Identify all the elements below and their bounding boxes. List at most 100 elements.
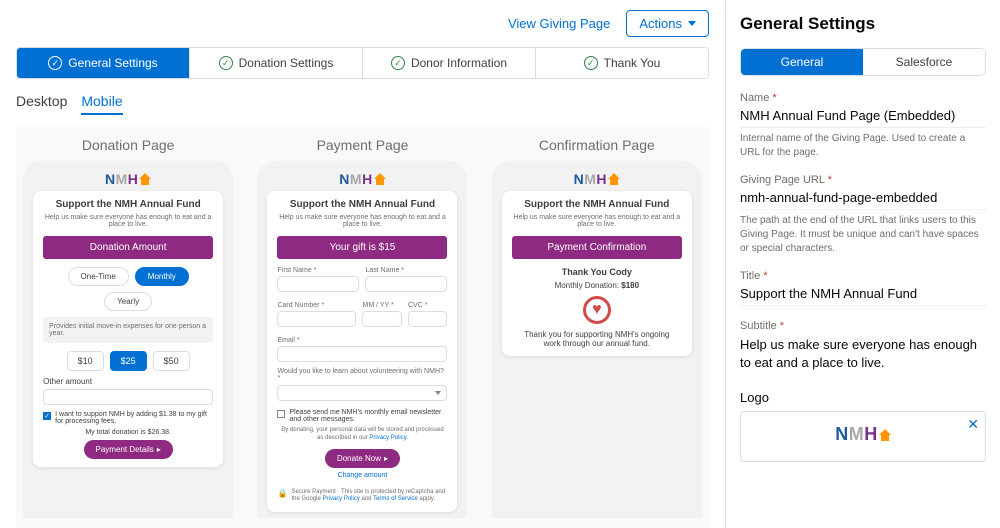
view-giving-page-link[interactable]: View Giving Page	[508, 16, 610, 31]
other-amount-label: Other amount	[43, 377, 213, 386]
name-help: Internal name of the Giving Page. Used t…	[740, 132, 986, 160]
device-tabs: Desktop Mobile	[16, 89, 709, 119]
donate-now-button[interactable]: Donate Now ▸	[325, 449, 400, 468]
subtitle-value: Help us make sure everyone has enough to…	[740, 332, 986, 376]
arrow-right-icon: ▸	[157, 445, 161, 454]
phone-mock-donation: NMH Support the NMH Annual Fund Help us …	[23, 161, 233, 518]
field-logo: Logo ✕ NMH	[740, 390, 986, 462]
gift-amount-header: Your gift is $15	[277, 236, 447, 259]
settings-sub-tabs: General Salesforce	[740, 48, 986, 76]
subtab-general[interactable]: General	[741, 49, 863, 75]
donation-summary: Monthly Donation: $180	[512, 281, 682, 290]
payment-details-button[interactable]: Payment Details ▸	[84, 440, 173, 459]
confirmation-card: Support the NMH Annual Fund Help us make…	[502, 191, 692, 356]
google-privacy-link[interactable]: Privacy Policy	[322, 496, 359, 502]
secure-footer: 🔒 Secure Payment · This site is protecte…	[277, 489, 447, 505]
amount-25[interactable]: $25	[110, 351, 147, 371]
preview-title: Confirmation Page	[539, 137, 655, 153]
thank-you-message: Thank you for supporting NMH's ongoing w…	[512, 330, 682, 348]
card-subhead: Help us make sure everyone has enough to…	[43, 214, 213, 228]
url-value: nmh-annual-fund-page-embedded	[740, 186, 986, 210]
confirmation-header: Payment Confirmation	[512, 236, 682, 259]
amount-10[interactable]: $10	[67, 351, 104, 371]
thank-you-name: Thank You Cody	[512, 267, 682, 277]
arrow-right-icon: ▸	[384, 454, 388, 463]
tab-donor-information[interactable]: ✓ Donor Information	[363, 48, 536, 78]
card-headline: Support the NMH Annual Fund	[512, 199, 682, 210]
newsletter-checkbox[interactable]	[277, 410, 285, 418]
remove-logo-button[interactable]: ✕	[967, 416, 979, 433]
check-circle-icon: ✓	[584, 56, 598, 70]
field-url[interactable]: Giving Page URL * nmh-annual-fund-page-e…	[740, 174, 986, 256]
nmh-logo: NMH	[835, 424, 891, 445]
house-icon	[879, 429, 891, 441]
subtab-salesforce[interactable]: Salesforce	[863, 49, 985, 75]
last-name-label: Last Name *	[365, 267, 447, 274]
device-tab-mobile[interactable]: Mobile	[81, 93, 122, 115]
first-name-label: First Name *	[277, 267, 359, 274]
email-label: Email *	[277, 337, 447, 344]
house-icon	[608, 173, 620, 185]
field-name[interactable]: Name * NMH Annual Fund Page (Embedded) I…	[740, 92, 986, 160]
donation-amount-header: Donation Amount	[43, 236, 213, 259]
donation-card: Support the NMH Annual Fund Help us make…	[33, 191, 223, 467]
amount-50[interactable]: $50	[153, 351, 190, 371]
freq-yearly[interactable]: Yearly	[104, 292, 152, 311]
newsletter-text: Please send me NMH's monthly email newsl…	[289, 409, 447, 423]
privacy-policy-link[interactable]: Privacy Policy	[369, 435, 406, 441]
last-name-input[interactable]	[365, 276, 447, 292]
previews-row: Donation Page NMH Support the NMH Annual…	[16, 127, 709, 528]
check-circle-icon: ✓	[48, 56, 62, 70]
url-help: The path at the end of the URL that link…	[740, 214, 986, 256]
preview-title: Payment Page	[317, 137, 409, 153]
device-tab-desktop[interactable]: Desktop	[16, 93, 67, 115]
field-title[interactable]: Title * Support the NMH Annual Fund	[740, 270, 986, 306]
check-circle-icon: ✓	[391, 56, 405, 70]
volunteer-select[interactable]	[277, 385, 447, 401]
name-value: NMH Annual Fund Page (Embedded)	[740, 104, 986, 128]
card-headline: Support the NMH Annual Fund	[277, 199, 447, 210]
card-number-label: Card Number *	[277, 302, 356, 309]
lock-icon: 🔒	[277, 489, 287, 505]
field-subtitle[interactable]: Subtitle * Help us make sure everyone ha…	[740, 320, 986, 376]
actions-button[interactable]: Actions	[626, 10, 709, 37]
phone-mock-confirmation: NMH Support the NMH Annual Fund Help us …	[492, 161, 702, 518]
preview-confirmation: Confirmation Page NMH Support the NMH An…	[487, 137, 707, 518]
nmh-logo: NMH	[574, 171, 620, 187]
tab-thank-you[interactable]: ✓ Thank You	[536, 48, 708, 78]
phone-mock-payment: NMH Support the NMH Annual Fund Help us …	[257, 161, 467, 518]
logo-preview: ✕ NMH	[740, 411, 986, 462]
check-circle-icon: ✓	[219, 56, 233, 70]
email-input[interactable]	[277, 346, 447, 362]
fee-checkbox[interactable]	[43, 412, 51, 420]
card-number-input[interactable]	[277, 311, 356, 327]
cvc-input[interactable]	[408, 311, 448, 327]
settings-panel: General Settings General Salesforce Name…	[725, 0, 1000, 528]
tab-general-settings[interactable]: ✓ General Settings	[17, 48, 190, 78]
card-subhead: Help us make sure everyone has enough to…	[277, 214, 447, 228]
tab-donation-settings[interactable]: ✓ Donation Settings	[190, 48, 363, 78]
payment-card: Support the NMH Annual Fund Help us make…	[267, 191, 457, 512]
exp-input[interactable]	[362, 311, 402, 327]
actions-label: Actions	[639, 16, 682, 31]
exp-label: MM / YY *	[362, 302, 402, 309]
step-tabs: ✓ General Settings ✓ Donation Settings ✓…	[16, 47, 709, 79]
card-headline: Support the NMH Annual Fund	[43, 199, 213, 210]
house-icon	[374, 173, 386, 185]
house-icon	[139, 173, 151, 185]
title-value: Support the NMH Annual Fund	[740, 282, 986, 306]
google-tos-link[interactable]: Terms of Service	[373, 496, 418, 502]
change-amount-link[interactable]: Change amount	[277, 472, 447, 479]
panel-title: General Settings	[740, 14, 986, 34]
fee-text: I want to support NMH by adding $1.38 to…	[55, 411, 213, 425]
nmh-logo: NMH	[105, 171, 151, 187]
preview-title: Donation Page	[82, 137, 175, 153]
privacy-disclaimer: By donating, your personal data will be …	[277, 427, 447, 443]
other-amount-input[interactable]	[43, 389, 213, 405]
freq-one-time[interactable]: One-Time	[68, 267, 129, 286]
freq-monthly[interactable]: Monthly	[135, 267, 189, 286]
chevron-down-icon	[688, 21, 696, 26]
nmh-logo: NMH	[339, 171, 385, 187]
card-subhead: Help us make sure everyone has enough to…	[512, 214, 682, 228]
first-name-input[interactable]	[277, 276, 359, 292]
